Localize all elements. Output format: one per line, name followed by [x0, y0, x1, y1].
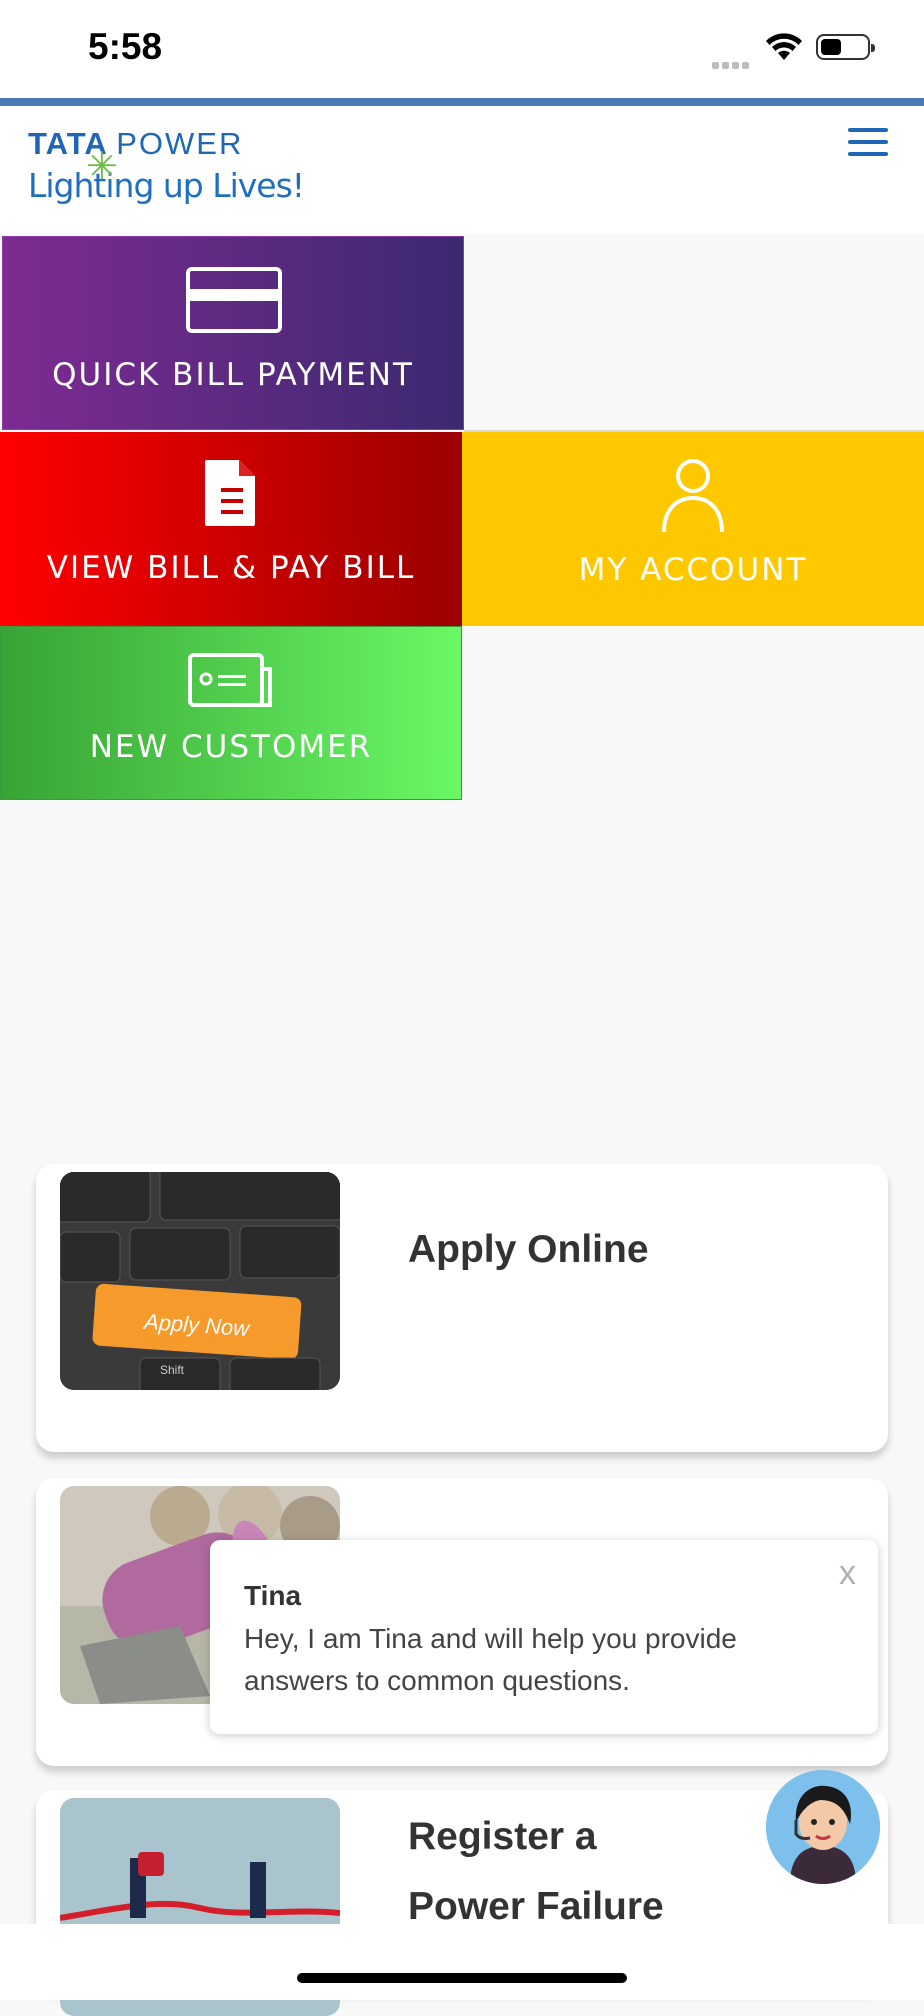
- apply-online-title: Apply Online: [408, 1228, 649, 1271]
- spark-icon: ✳: [86, 144, 118, 188]
- shift-key-text: Shift: [160, 1363, 185, 1377]
- status-bar: 5:58: [0, 0, 924, 98]
- user-icon: [662, 459, 724, 533]
- card-icon: [186, 267, 282, 333]
- chat-agent-name: Tina: [244, 1580, 302, 1611]
- logo-brand: TATA POWER: [28, 126, 304, 162]
- chat-message: Hey, I am Tina and will help you provide…: [244, 1623, 737, 1696]
- apply-online-card[interactable]: Apply Now Shift Apply Online: [36, 1164, 888, 1452]
- tata-power-logo[interactable]: TATA POWER ✳ Lighting up Lives!: [28, 126, 305, 205]
- id-card-icon: [188, 653, 272, 707]
- chat-close-button[interactable]: x: [839, 1554, 856, 1593]
- my-account-tile[interactable]: MY ACCOUNT: [462, 432, 924, 626]
- status-time: 5:58: [88, 26, 163, 67]
- wifi-icon: [766, 33, 802, 60]
- header-accent-line: [0, 98, 924, 106]
- quick-bill-payment-tile[interactable]: QUICK BILL PAYMENT: [2, 236, 464, 430]
- register-title-line1: Register a: [408, 1815, 597, 1858]
- apply-now-keyboard-image: Apply Now Shift: [60, 1172, 340, 1390]
- my-account-label: MY ACCOUNT: [578, 552, 808, 588]
- view-bill-pay-bill-tile[interactable]: VIEW BILL & PAY BILL: [0, 432, 462, 626]
- new-customer-tile[interactable]: NEW CUSTOMER: [0, 626, 462, 800]
- quick-bill-payment-label: QUICK BILL PAYMENT: [52, 357, 414, 393]
- view-bill-pay-bill-label: VIEW BILL & PAY BILL: [46, 550, 416, 586]
- logo-tagline: ✳ Lighting up Lives!: [28, 144, 305, 205]
- new-customer-label: NEW CUSTOMER: [89, 729, 373, 765]
- app-header: TATA POWER ✳ Lighting up Lives!: [0, 106, 924, 234]
- register-power-failure-title: Register a Power Failure: [408, 1802, 664, 1942]
- battery-icon: [816, 34, 875, 60]
- logo-power: POWER: [116, 126, 244, 161]
- home-indicator-area: [0, 1924, 924, 2000]
- chatbot-avatar-icon[interactable]: [766, 1770, 880, 1884]
- tagline-text: Lighting up Lives!: [28, 166, 305, 205]
- hamburger-menu-icon[interactable]: [848, 128, 888, 162]
- home-indicator[interactable]: [297, 1973, 627, 1983]
- chat-popup[interactable]: x Tina Hey, I am Tina and will help you …: [210, 1540, 878, 1734]
- document-icon: [205, 460, 255, 526]
- cellular-signal-icon: [712, 56, 752, 74]
